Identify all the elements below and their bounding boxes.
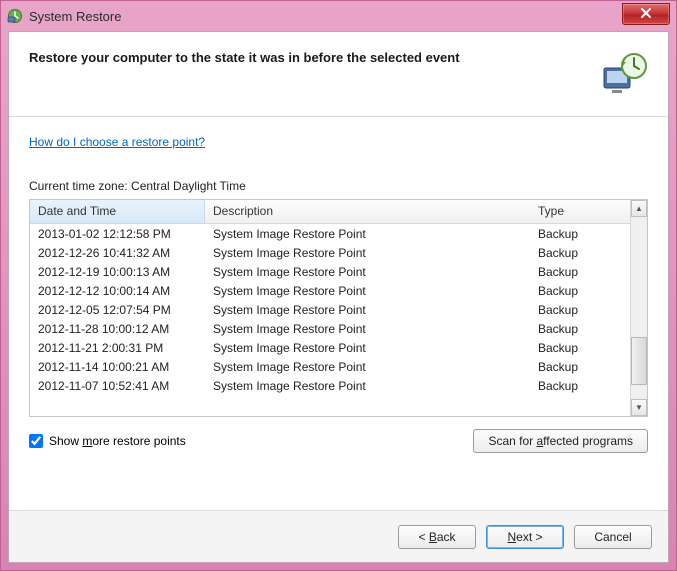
- close-button[interactable]: [622, 3, 670, 25]
- wizard-footer: < Back Next > Cancel: [9, 510, 668, 562]
- scroll-thumb[interactable]: [631, 337, 647, 385]
- scrollbar[interactable]: ▲ ▼: [630, 200, 647, 416]
- client-area: Restore your computer to the state it wa…: [8, 31, 669, 563]
- cell-description: System Image Restore Point: [205, 379, 530, 393]
- table-row[interactable]: 2012-11-14 10:00:21 AMSystem Image Resto…: [30, 357, 630, 376]
- list-inner: Date and Time Description Type 2013-01-0…: [30, 200, 630, 416]
- table-row[interactable]: 2012-11-28 10:00:12 AMSystem Image Resto…: [30, 319, 630, 338]
- table-row[interactable]: 2013-01-02 12:12:58 PMSystem Image Resto…: [30, 224, 630, 243]
- show-more-checkbox[interactable]: [29, 434, 43, 448]
- chevron-down-icon: ▼: [635, 403, 643, 412]
- cell-type: Backup: [530, 284, 630, 298]
- help-link[interactable]: How do I choose a restore point?: [29, 135, 648, 149]
- cell-description: System Image Restore Point: [205, 303, 530, 317]
- show-more-label: Show more restore points: [49, 434, 186, 448]
- cell-type: Backup: [530, 227, 630, 241]
- main-instruction: Restore your computer to the state it wa…: [29, 50, 590, 65]
- cell-datetime: 2012-11-07 10:52:41 AM: [30, 379, 205, 393]
- cell-datetime: 2012-11-21 2:00:31 PM: [30, 341, 205, 355]
- list-rows: 2013-01-02 12:12:58 PMSystem Image Resto…: [30, 224, 630, 395]
- scroll-down-button[interactable]: ▼: [631, 399, 647, 416]
- cell-type: Backup: [530, 379, 630, 393]
- cell-description: System Image Restore Point: [205, 284, 530, 298]
- cell-type: Backup: [530, 341, 630, 355]
- cell-datetime: 2012-12-19 10:00:13 AM: [30, 265, 205, 279]
- cell-type: Backup: [530, 360, 630, 374]
- cell-datetime: 2012-12-05 12:07:54 PM: [30, 303, 205, 317]
- cell-datetime: 2012-11-14 10:00:21 AM: [30, 360, 205, 374]
- cancel-button[interactable]: Cancel: [574, 525, 652, 549]
- window-title: System Restore: [29, 9, 622, 24]
- restore-header-icon: [600, 50, 648, 98]
- cell-description: System Image Restore Point: [205, 265, 530, 279]
- system-restore-icon: [7, 8, 23, 24]
- cell-type: Backup: [530, 265, 630, 279]
- table-row[interactable]: 2012-12-26 10:41:32 AMSystem Image Resto…: [30, 243, 630, 262]
- scan-affected-button[interactable]: Scan for affected programs: [473, 429, 648, 453]
- column-header-datetime[interactable]: Date and Time: [30, 200, 205, 223]
- cell-description: System Image Restore Point: [205, 227, 530, 241]
- timezone-label: Current time zone: Central Daylight Time: [29, 179, 648, 193]
- back-button[interactable]: < Back: [398, 525, 476, 549]
- column-header-type[interactable]: Type: [530, 200, 630, 223]
- cell-datetime: 2012-12-26 10:41:32 AM: [30, 246, 205, 260]
- next-button[interactable]: Next >: [486, 525, 564, 549]
- cell-type: Backup: [530, 246, 630, 260]
- below-list: Show more restore points Scan for affect…: [29, 429, 648, 453]
- scroll-up-button[interactable]: ▲: [631, 200, 647, 217]
- titlebar: System Restore: [1, 1, 676, 31]
- table-row[interactable]: 2012-12-12 10:00:14 AMSystem Image Resto…: [30, 281, 630, 300]
- header-area: Restore your computer to the state it wa…: [9, 32, 668, 117]
- list-header: Date and Time Description Type: [30, 200, 630, 224]
- cell-datetime: 2012-11-28 10:00:12 AM: [30, 322, 205, 336]
- restore-point-list: Date and Time Description Type 2013-01-0…: [29, 199, 648, 417]
- cell-type: Backup: [530, 322, 630, 336]
- column-header-description[interactable]: Description: [205, 200, 530, 223]
- table-row[interactable]: 2012-12-05 12:07:54 PMSystem Image Resto…: [30, 300, 630, 319]
- show-more-checkbox-wrap[interactable]: Show more restore points: [29, 434, 186, 448]
- table-row[interactable]: 2012-12-19 10:00:13 AMSystem Image Resto…: [30, 262, 630, 281]
- close-icon: [640, 7, 652, 21]
- system-restore-window: System Restore Restore your computer to …: [0, 0, 677, 571]
- cell-datetime: 2012-12-12 10:00:14 AM: [30, 284, 205, 298]
- cell-description: System Image Restore Point: [205, 341, 530, 355]
- table-row[interactable]: 2012-11-07 10:52:41 AMSystem Image Resto…: [30, 376, 630, 395]
- scroll-track[interactable]: [631, 217, 647, 399]
- chevron-up-icon: ▲: [635, 204, 643, 213]
- cell-datetime: 2013-01-02 12:12:58 PM: [30, 227, 205, 241]
- table-row[interactable]: 2012-11-21 2:00:31 PMSystem Image Restor…: [30, 338, 630, 357]
- content-area: How do I choose a restore point? Current…: [9, 117, 668, 510]
- cell-type: Backup: [530, 303, 630, 317]
- cell-description: System Image Restore Point: [205, 246, 530, 260]
- cell-description: System Image Restore Point: [205, 322, 530, 336]
- cell-description: System Image Restore Point: [205, 360, 530, 374]
